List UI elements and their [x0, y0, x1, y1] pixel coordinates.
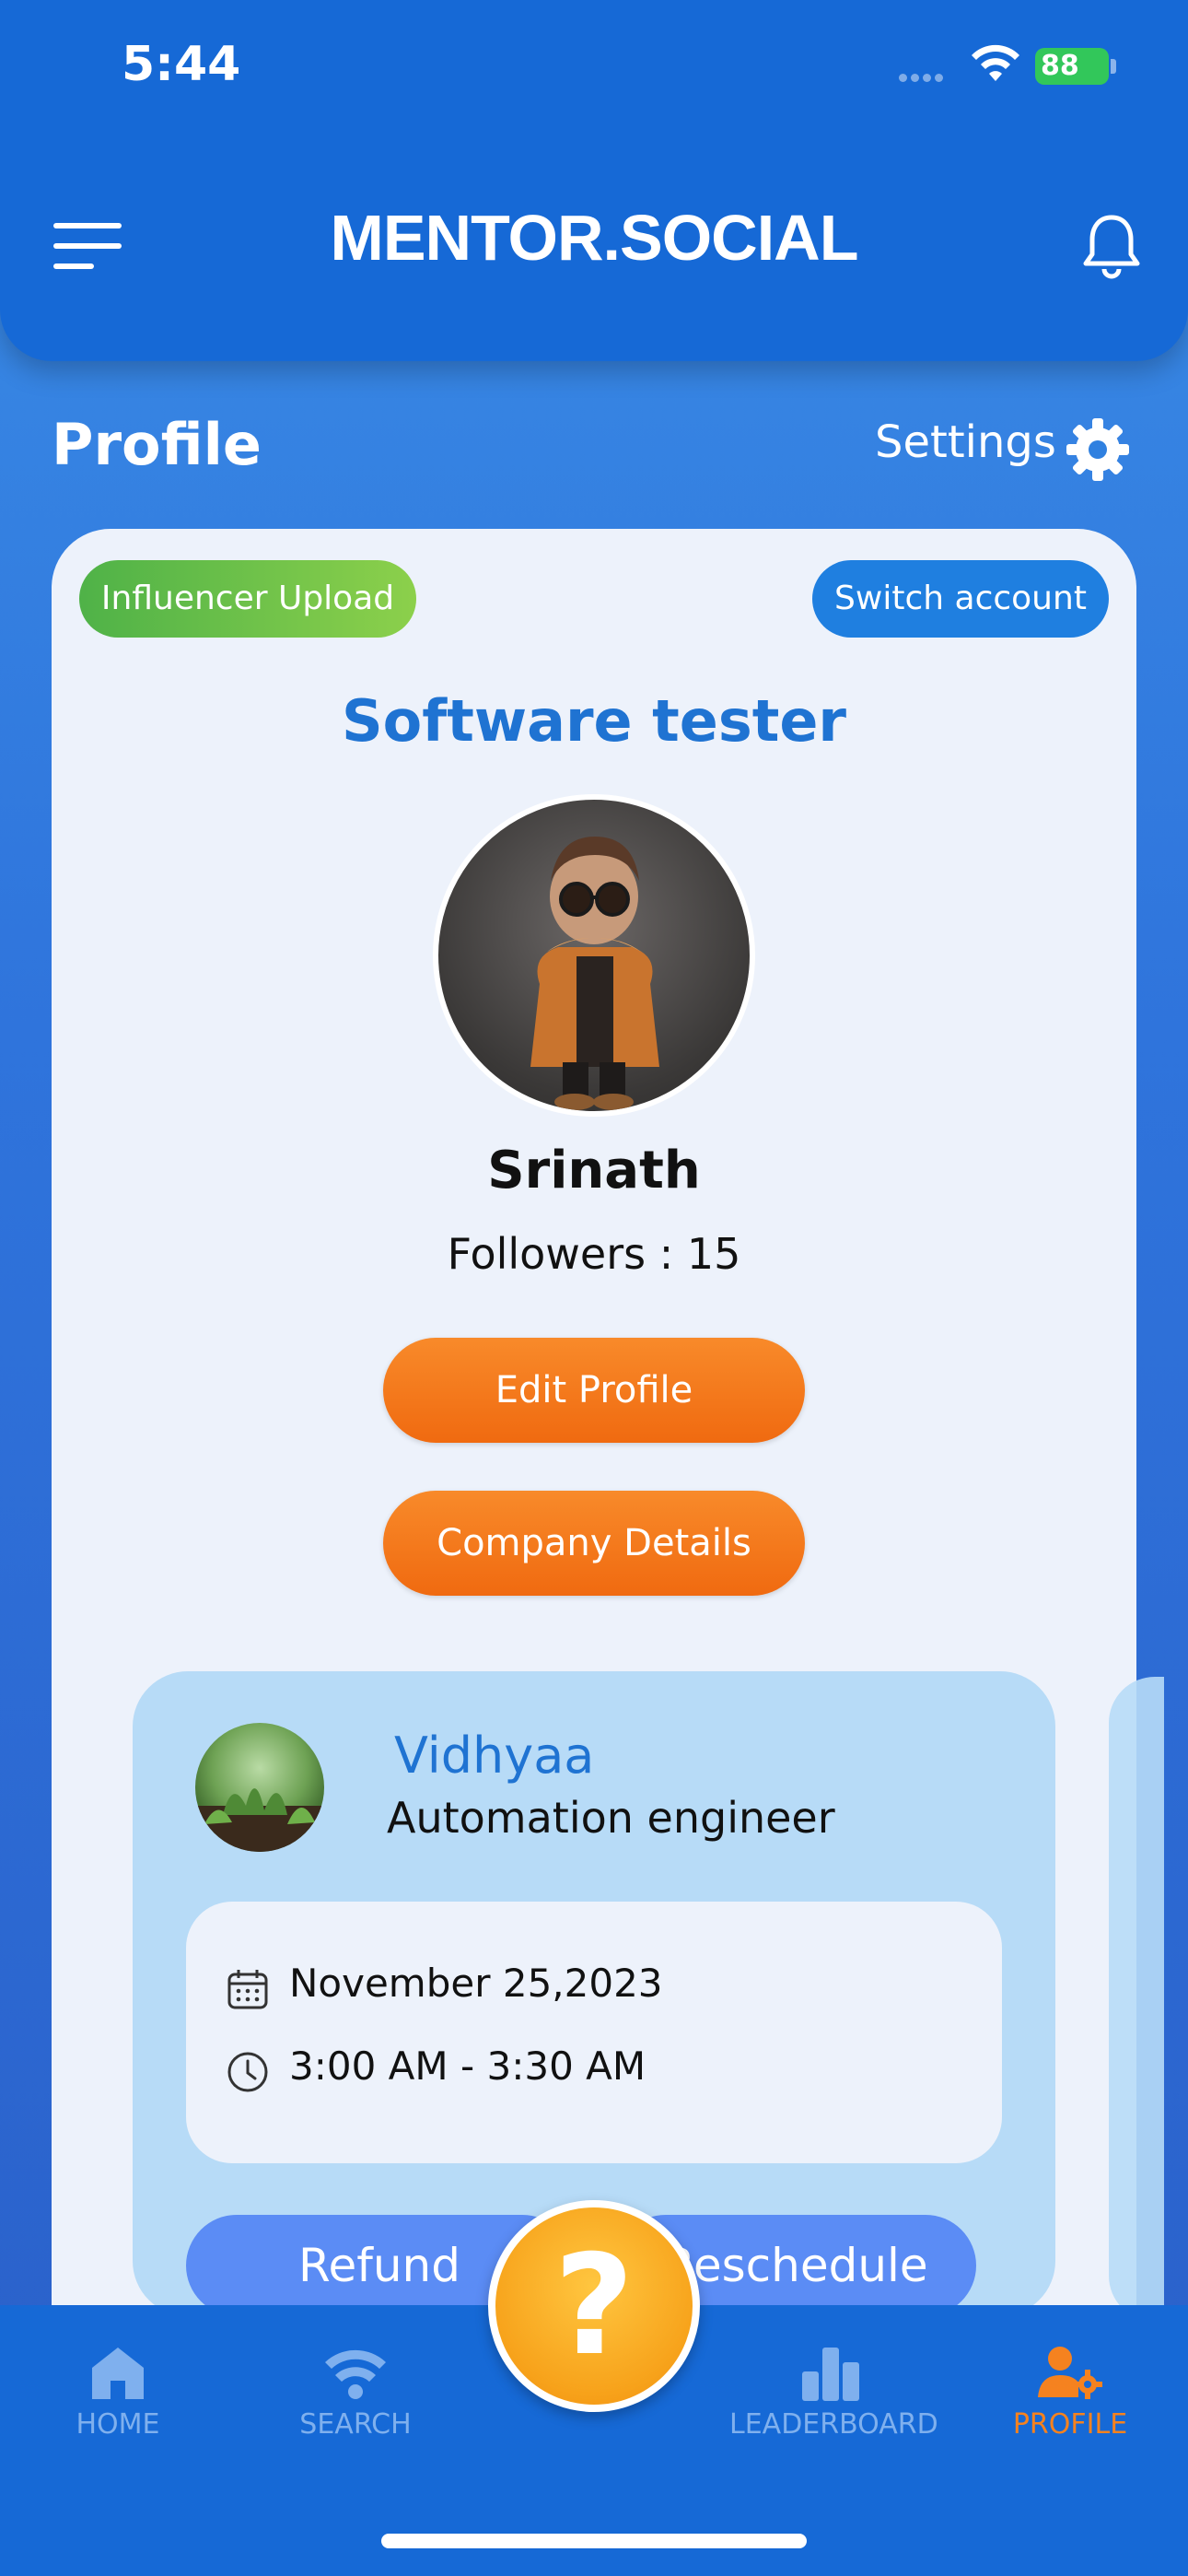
booking-time: 3:00 AM - 3:30 AM: [289, 2043, 646, 2089]
nav-profile-label: PROFILE: [1012, 2408, 1128, 2441]
help-button[interactable]: ?: [488, 2200, 700, 2412]
nav-leaderboard[interactable]: LEADERBOARD: [729, 2344, 938, 2441]
calendar-icon: [227, 1970, 268, 2009]
nav-profile[interactable]: PROFILE: [978, 2344, 1162, 2441]
booking-date: November 25,2023: [289, 1961, 663, 2006]
avatar-illustration: [530, 837, 659, 1110]
avatar[interactable]: [433, 794, 755, 1117]
home-indicator[interactable]: [381, 2534, 807, 2548]
battery-tip: [1111, 59, 1116, 74]
nav-leaderboard-label: LEADERBOARD: [729, 2408, 938, 2441]
leaderboard-icon: [802, 2348, 859, 2401]
wifi-icon: [972, 44, 1019, 81]
settings-link[interactable]: Settings: [875, 416, 1056, 468]
mentor-name[interactable]: Vidhyaa: [394, 1727, 594, 1785]
influencer-upload-button[interactable]: Influencer Upload: [79, 560, 416, 638]
nav-search-label: SEARCH: [299, 2408, 412, 2441]
switch-account-button[interactable]: Switch account: [812, 560, 1109, 638]
app-title: MENTOR.SOCIAL: [330, 202, 859, 274]
status-time: 5:44: [122, 37, 241, 92]
gear-icon[interactable]: [1065, 416, 1131, 483]
notification-bell-icon[interactable]: [1079, 212, 1144, 280]
home-icon: [92, 2348, 144, 2399]
followers-count: Followers : 15: [447, 1229, 741, 1279]
nav-home-label: HOME: [76, 2408, 160, 2441]
profile-settings-icon: [1038, 2347, 1102, 2399]
clock-icon: [227, 2052, 268, 2092]
mentor-avatar-image: [195, 1788, 324, 1852]
next-booking-card-peek[interactable]: [1109, 1677, 1164, 2322]
nav-search[interactable]: SEARCH: [263, 2344, 448, 2441]
company-details-button[interactable]: Company Details: [383, 1491, 805, 1596]
search-signal-icon: [325, 2349, 386, 2399]
profile-role-title: Software tester: [341, 687, 847, 755]
page-title: Profile: [52, 411, 262, 478]
schedule-box: [186, 1902, 1002, 2163]
cellular-icon: [899, 68, 954, 82]
nav-home[interactable]: HOME: [26, 2344, 210, 2441]
mentor-avatar: [195, 1723, 324, 1852]
edit-profile-button[interactable]: Edit Profile: [383, 1338, 805, 1443]
battery-icon: 88: [1035, 48, 1109, 85]
profile-name: Srinath: [487, 1141, 701, 1200]
mentor-role: Automation engineer: [387, 1793, 835, 1843]
